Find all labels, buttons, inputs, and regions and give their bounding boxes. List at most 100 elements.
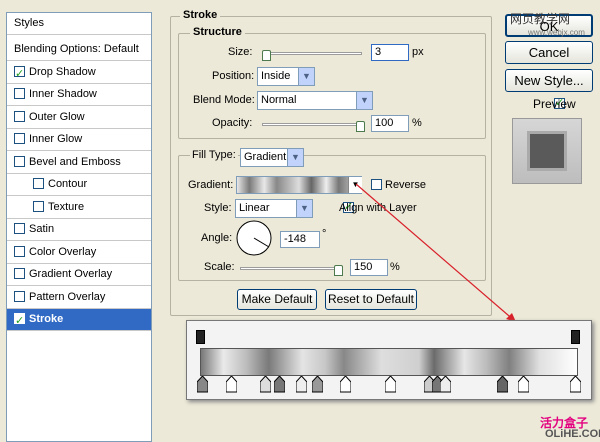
- angle-unit: °: [322, 228, 327, 240]
- style-item-satin[interactable]: Satin: [7, 219, 151, 241]
- opacity-stop-right-icon[interactable]: [571, 330, 580, 344]
- style-item-bevel-emboss[interactable]: Bevel and Emboss: [7, 152, 151, 174]
- fill-type-select[interactable]: Gradient ▼: [240, 148, 304, 167]
- color-stop-icon[interactable]: [197, 376, 208, 393]
- styles-list: Styles Blending Options: Default Drop Sh…: [6, 12, 152, 442]
- gradient-bar[interactable]: [200, 348, 578, 376]
- checkbox[interactable]: [14, 156, 25, 167]
- color-stop-icon[interactable]: [518, 376, 529, 393]
- color-stop-icon[interactable]: [274, 376, 285, 393]
- stroke-title: Stroke: [180, 9, 221, 21]
- annotation-arrow-icon: [355, 183, 517, 323]
- checkbox[interactable]: [14, 64, 25, 85]
- checkbox[interactable]: [33, 201, 44, 212]
- fill-type-label: Fill Type:: [190, 149, 238, 161]
- style-item-label: Satin: [29, 223, 55, 235]
- style-item-inner-glow[interactable]: Inner Glow: [7, 129, 151, 151]
- style-item-drop-shadow[interactable]: Drop Shadow: [7, 62, 151, 85]
- style-item-label: Inner Glow: [29, 133, 83, 145]
- opacity-stop-left-icon[interactable]: [196, 330, 205, 344]
- blend-mode-value: Normal: [261, 94, 297, 106]
- style-item-label: Contour: [48, 178, 88, 190]
- color-stop-icon[interactable]: [226, 376, 237, 393]
- size-slider-track[interactable]: [262, 52, 362, 55]
- cancel-button[interactable]: Cancel: [505, 41, 593, 64]
- style-item-label: Drop Shadow: [29, 66, 96, 78]
- chevron-down-icon: ▼: [356, 92, 372, 109]
- size-unit: px: [412, 46, 424, 58]
- style-item-label: Bevel and Emboss: [29, 156, 121, 168]
- color-stop-icon[interactable]: [497, 376, 508, 393]
- color-stop-icon[interactable]: [570, 376, 581, 393]
- checkbox[interactable]: [14, 311, 25, 332]
- size-input[interactable]: 3: [371, 44, 409, 61]
- position-select[interactable]: Inside ▼: [257, 67, 315, 86]
- style-item-outer-glow[interactable]: Outer Glow: [7, 107, 151, 129]
- position-label: Position:: [212, 70, 255, 82]
- angle-dial-icon: [236, 220, 272, 256]
- gradient-label: Gradient:: [188, 179, 234, 191]
- preview-thumbnail: [512, 118, 582, 184]
- watermark-site: www.webjx.com: [528, 28, 585, 37]
- new-style-button[interactable]: New Style...: [505, 69, 593, 92]
- style-item-pattern-overlay[interactable]: Pattern Overlay: [7, 287, 151, 309]
- color-stop-icon[interactable]: [296, 376, 307, 393]
- gradient-swatch[interactable]: [236, 176, 362, 194]
- color-stop-icon[interactable]: [340, 376, 351, 393]
- style-item-label: Stroke: [29, 313, 64, 325]
- scale-slider-track[interactable]: [240, 267, 342, 270]
- opacity-slider-track[interactable]: [262, 123, 362, 126]
- size-slider-thumb[interactable]: [262, 50, 271, 61]
- style-value: Linear: [239, 202, 270, 214]
- opacity-slider-thumb[interactable]: [356, 121, 365, 132]
- style-item-label: Texture: [48, 201, 85, 213]
- angle-dial[interactable]: [236, 220, 272, 256]
- style-item-texture[interactable]: Texture: [7, 197, 151, 219]
- preview-label: Preview: [533, 97, 576, 111]
- blending-options-item[interactable]: Blending Options: Default: [7, 39, 151, 61]
- watermark-olihe: OLiHE.COM: [545, 428, 600, 440]
- checkbox[interactable]: [14, 88, 25, 99]
- preview-shape: [527, 131, 567, 171]
- checkbox[interactable]: [14, 223, 25, 234]
- size-label: Size:: [228, 46, 253, 58]
- style-select[interactable]: Linear ▼: [235, 199, 313, 218]
- chevron-down-icon: ▼: [298, 68, 314, 85]
- style-item-label: Inner Shadow: [29, 88, 97, 100]
- scale-slider-thumb[interactable]: [334, 265, 343, 276]
- opacity-input[interactable]: 100: [371, 115, 409, 132]
- opacity-unit: %: [412, 117, 422, 129]
- color-stop-icon[interactable]: [312, 376, 323, 393]
- chevron-down-icon: ▼: [296, 200, 312, 217]
- make-default-button[interactable]: Make Default: [237, 289, 317, 310]
- color-stop-icon[interactable]: [385, 376, 396, 393]
- scale-label: Scale:: [204, 261, 235, 273]
- style-label: Style:: [204, 202, 232, 214]
- blend-mode-label: Blend Mode:: [193, 94, 255, 106]
- checkbox[interactable]: [14, 133, 25, 144]
- position-value: Inside: [261, 70, 291, 82]
- style-item-color-overlay[interactable]: Color Overlay: [7, 242, 151, 264]
- style-item-inner-shadow[interactable]: Inner Shadow: [7, 84, 151, 106]
- color-stop-icon[interactable]: [440, 376, 451, 393]
- checkbox[interactable]: [14, 111, 25, 122]
- checkbox[interactable]: [33, 178, 44, 189]
- style-item-stroke[interactable]: Stroke: [7, 309, 151, 332]
- color-stop-icon[interactable]: [260, 376, 271, 393]
- chevron-down-icon: ▼: [287, 149, 303, 166]
- opacity-label: Opacity:: [212, 117, 253, 129]
- angle-input[interactable]: -148: [280, 231, 320, 248]
- blend-mode-select[interactable]: Normal ▼: [257, 91, 373, 110]
- checkbox[interactable]: [14, 246, 25, 257]
- style-item-label: Pattern Overlay: [29, 291, 106, 303]
- style-item-gradient-overlay[interactable]: Gradient Overlay: [7, 264, 151, 286]
- structure-title: Structure: [190, 26, 245, 38]
- watermark-top: 网页教学网: [510, 12, 571, 26]
- styles-header: Styles: [7, 13, 151, 35]
- style-item-label: Outer Glow: [29, 111, 85, 123]
- style-item-contour[interactable]: Contour: [7, 174, 151, 196]
- style-item-label: Color Overlay: [29, 246, 97, 258]
- checkbox[interactable]: [14, 268, 25, 279]
- checkbox[interactable]: [14, 291, 25, 302]
- fill-type-value: Gradient: [244, 151, 287, 163]
